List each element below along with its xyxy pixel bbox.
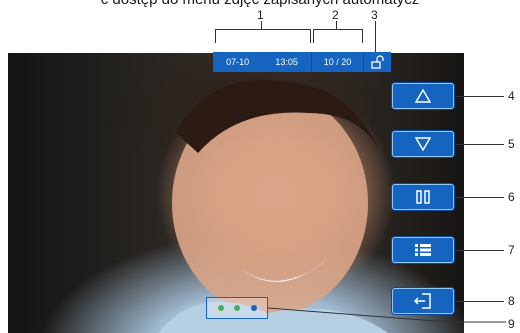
unlock-icon <box>370 55 384 69</box>
callout-3: 3 <box>371 8 378 22</box>
callout-6: 6 <box>508 190 515 204</box>
callout-5: 5 <box>508 137 515 151</box>
callout-bracket-1 <box>215 29 311 43</box>
callout-leader-6 <box>456 197 504 198</box>
triangle-down-icon <box>415 137 431 151</box>
page-dot-1 <box>217 305 224 311</box>
lock-button[interactable] <box>363 52 391 72</box>
status-date-time: 07-10 13:05 <box>213 52 311 72</box>
callout-4: 4 <box>508 89 515 103</box>
list-icon <box>415 244 431 256</box>
callout-1: 1 <box>257 8 264 22</box>
triangle-up-icon <box>415 89 431 103</box>
callout-2: 2 <box>332 8 339 22</box>
page-dot-3 <box>250 305 257 311</box>
up-button[interactable] <box>392 83 454 109</box>
callout-7: 7 <box>508 243 515 257</box>
caption-text: ć dostęp do menu zdjęć zapisanych automa… <box>0 0 520 8</box>
status-date: 07-10 <box>226 57 250 67</box>
callout-8: 8 <box>508 294 515 308</box>
status-counter: 10 / 20 <box>311 52 363 72</box>
callout-stem-1 <box>261 21 262 29</box>
page-indicator <box>206 297 268 319</box>
callout-9: 9 <box>508 317 515 331</box>
callout-leader-8 <box>456 301 504 302</box>
status-time: 13:05 <box>275 57 298 67</box>
callout-bracket-2 <box>313 29 363 43</box>
callout-leader-4 <box>456 96 504 97</box>
callout-leader-9 <box>268 307 506 323</box>
menu-button[interactable] <box>392 237 454 263</box>
pause-icon <box>416 190 430 204</box>
down-button[interactable] <box>392 131 454 157</box>
callout-leader-5 <box>456 144 504 145</box>
page-dot-2 <box>234 305 240 311</box>
callout-stem-3 <box>375 21 376 52</box>
callout-stem-2 <box>336 21 337 29</box>
callout-leader-7 <box>456 250 504 251</box>
pause-button[interactable] <box>392 184 454 210</box>
